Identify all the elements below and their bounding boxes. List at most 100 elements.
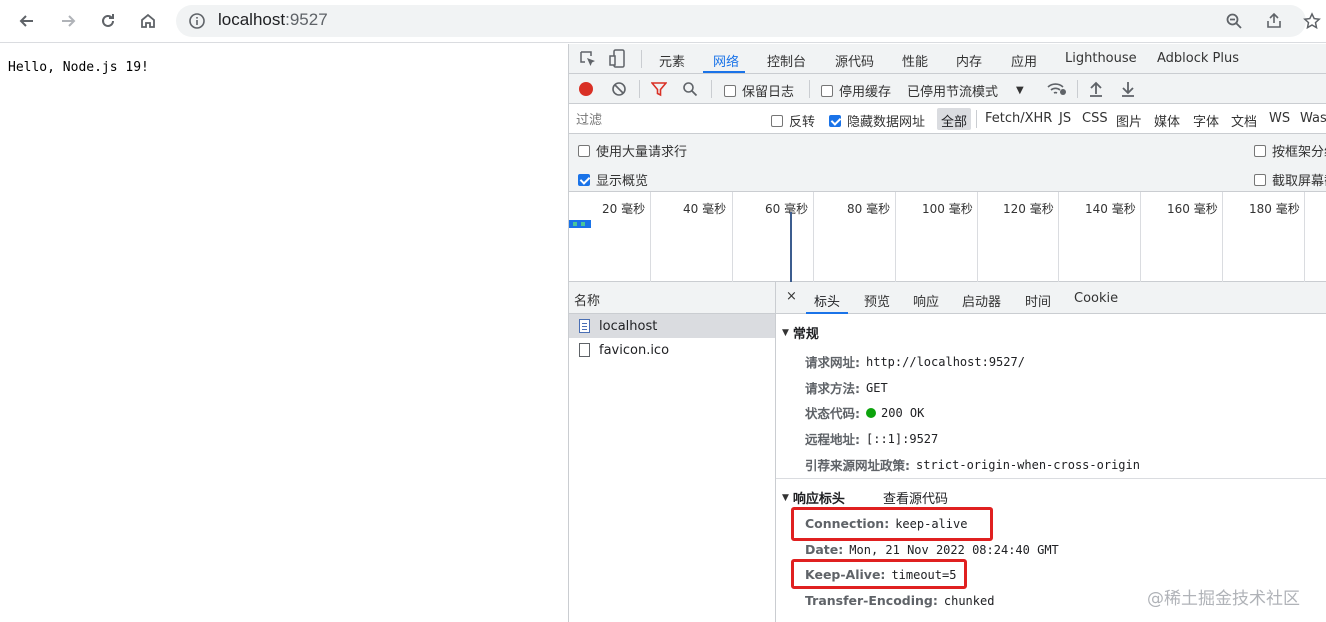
timeline-label: 80 毫秒 bbox=[847, 202, 891, 216]
share-icon[interactable] bbox=[1264, 11, 1284, 31]
highlight-box-keep-alive bbox=[791, 559, 967, 589]
header-key: 请求方法: bbox=[805, 381, 860, 396]
checkbox-box[interactable] bbox=[1254, 144, 1266, 157]
timeline-overview[interactable]: 20 毫秒 40 毫秒 60 毫秒 80 毫秒 100 毫秒 120 毫秒 14… bbox=[569, 192, 1326, 282]
tab-sources[interactable]: 源代码 bbox=[835, 51, 874, 70]
header-key: Transfer-Encoding: bbox=[805, 593, 938, 608]
show-overview-checkbox[interactable]: 显示概览 bbox=[578, 170, 648, 189]
tab-separator bbox=[641, 50, 642, 68]
header-key: Date: bbox=[805, 542, 844, 557]
info-icon[interactable] bbox=[188, 12, 206, 34]
group-by-frame-checkbox[interactable]: 按框架分组 bbox=[1254, 141, 1326, 160]
request-row-favicon[interactable]: favicon.ico bbox=[569, 338, 775, 362]
inspect-element-icon[interactable] bbox=[579, 50, 597, 72]
filter-type-ws[interactable]: WS bbox=[1269, 111, 1290, 126]
forward-arrow-icon[interactable] bbox=[55, 8, 81, 34]
invert-checkbox[interactable]: 反转 bbox=[771, 111, 815, 130]
header-value: GET bbox=[866, 380, 888, 395]
device-toolbar-icon[interactable] bbox=[609, 49, 627, 73]
filter-type-media[interactable]: 媒体 bbox=[1154, 111, 1180, 130]
header-key: 状态代码: bbox=[805, 406, 860, 421]
capture-screenshots-checkbox[interactable]: 截取屏幕截图 bbox=[1254, 170, 1326, 189]
timeline-label: 180 毫秒 bbox=[1249, 202, 1300, 216]
response-headers-title: 响应标头 bbox=[792, 492, 845, 507]
toolbar-separator bbox=[711, 80, 712, 98]
request-name: localhost bbox=[599, 318, 658, 334]
home-icon[interactable] bbox=[135, 8, 161, 34]
throttle-select[interactable]: 已停用节流模式 ▼ bbox=[907, 81, 1024, 100]
search-icon[interactable] bbox=[682, 81, 698, 101]
tab-application[interactable]: 应用 bbox=[1011, 51, 1037, 70]
network-toolbar: 保留日志 停用缓存 已停用节流模式 ▼ bbox=[569, 74, 1326, 104]
show-overview-label: 显示概览 bbox=[596, 174, 649, 189]
tab-console[interactable]: 控制台 bbox=[767, 51, 806, 70]
filter-type-js[interactable]: JS bbox=[1059, 111, 1071, 126]
filter-all-button[interactable]: 全部 bbox=[937, 108, 972, 130]
detail-tab-cookie[interactable]: Cookie bbox=[1074, 291, 1118, 306]
checkbox-box[interactable] bbox=[1254, 173, 1266, 186]
timeline-gridline bbox=[1222, 192, 1223, 282]
checkbox-box[interactable] bbox=[578, 144, 590, 157]
toolbar-separator bbox=[809, 80, 810, 98]
status-ok-dot-icon bbox=[866, 407, 876, 418]
tab-elements[interactable]: 元素 bbox=[659, 51, 685, 70]
timeline-gridline bbox=[1058, 192, 1059, 282]
detail-tab-preview[interactable]: 预览 bbox=[864, 291, 890, 310]
checkbox-box[interactable] bbox=[771, 114, 783, 127]
header-value: [::1]:9527 bbox=[866, 431, 939, 446]
checkbox-box[interactable] bbox=[821, 84, 833, 97]
detail-tab-timing[interactable]: 时间 bbox=[1025, 291, 1051, 310]
tab-performance[interactable]: 性能 bbox=[902, 51, 928, 70]
bookmark-star-icon[interactable] bbox=[1302, 11, 1322, 31]
preserve-log-label: 保留日志 bbox=[742, 85, 795, 100]
filter-type-doc[interactable]: 文档 bbox=[1231, 111, 1257, 130]
network-conditions-icon[interactable] bbox=[1046, 81, 1068, 101]
timeline-label: 140 毫秒 bbox=[1085, 202, 1136, 216]
tab-adblock-plus[interactable]: Adblock Plus bbox=[1157, 51, 1239, 66]
page-content: Hello, Node.js 19! bbox=[0, 44, 568, 622]
general-section-header[interactable]: ▼ 常规 bbox=[782, 323, 819, 342]
document-icon bbox=[579, 319, 590, 333]
close-icon[interactable]: × bbox=[786, 289, 797, 304]
checkbox-box[interactable] bbox=[578, 173, 590, 186]
tab-lighthouse[interactable]: Lighthouse bbox=[1065, 51, 1137, 66]
export-har-icon[interactable] bbox=[1121, 81, 1135, 101]
header-value: 200 OK bbox=[881, 405, 925, 420]
checkbox-box[interactable] bbox=[829, 114, 841, 127]
url-port: :9527 bbox=[285, 10, 328, 29]
filter-separator bbox=[976, 110, 977, 128]
zoom-icon[interactable] bbox=[1224, 11, 1244, 31]
toolbar-separator bbox=[1077, 80, 1078, 98]
clear-icon[interactable] bbox=[611, 81, 627, 101]
filter-input[interactable] bbox=[573, 108, 757, 130]
request-row-localhost[interactable]: localhost bbox=[569, 314, 775, 338]
back-arrow-icon[interactable] bbox=[14, 8, 40, 34]
checkbox-box[interactable] bbox=[724, 84, 736, 97]
record-icon[interactable] bbox=[579, 82, 593, 96]
filter-type-img[interactable]: 图片 bbox=[1116, 111, 1142, 130]
filter-type-font[interactable]: 字体 bbox=[1193, 111, 1219, 130]
response-headers-section-header[interactable]: ▼ 响应标头 查看源代码 bbox=[782, 488, 948, 507]
filter-funnel-icon[interactable] bbox=[650, 81, 668, 101]
disable-cache-checkbox[interactable]: 停用缓存 bbox=[821, 81, 891, 100]
filter-type-css[interactable]: CSS bbox=[1082, 111, 1108, 126]
reload-icon[interactable] bbox=[95, 8, 121, 34]
detail-tab-initiator[interactable]: 启动器 bbox=[962, 291, 1001, 310]
url-host: localhost bbox=[218, 10, 286, 29]
name-column-header[interactable]: 名称 bbox=[569, 282, 775, 314]
detail-tab-headers[interactable]: 标头 bbox=[814, 291, 840, 310]
import-har-icon[interactable] bbox=[1089, 81, 1103, 101]
preserve-log-checkbox[interactable]: 保留日志 bbox=[724, 81, 794, 100]
detail-tab-response[interactable]: 响应 bbox=[913, 291, 939, 310]
tab-network[interactable]: 网络 bbox=[713, 51, 739, 70]
filter-type-wasm[interactable]: Wasm bbox=[1300, 111, 1326, 126]
address-bar[interactable]: localhost:9527 bbox=[176, 5, 1306, 37]
hide-data-urls-checkbox[interactable]: 隐藏数据网址 bbox=[829, 111, 925, 130]
big-request-rows-label: 使用大量请求行 bbox=[596, 145, 688, 160]
timeline-label: 100 毫秒 bbox=[922, 202, 973, 216]
big-request-rows-checkbox[interactable]: 使用大量请求行 bbox=[578, 141, 687, 160]
filter-type-fetch-xhr[interactable]: Fetch/XHR bbox=[985, 111, 1052, 126]
hide-data-urls-label: 隐藏数据网址 bbox=[847, 115, 926, 130]
view-source-link[interactable]: 查看源代码 bbox=[883, 488, 948, 507]
tab-memory[interactable]: 内存 bbox=[956, 51, 982, 70]
